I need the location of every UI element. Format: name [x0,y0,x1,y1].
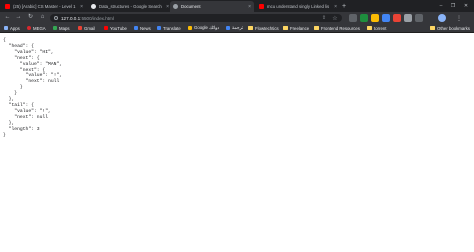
reload-icon[interactable]: ↻ [26,13,35,22]
youtube-favicon-icon [259,4,264,9]
close-icon[interactable]: × [248,4,251,10]
bookmark-label: Gmail [84,25,96,31]
back-arrow-icon[interactable]: ← [3,13,12,22]
home-icon[interactable]: ⌂ [38,13,47,22]
translate-icon [157,26,161,30]
mega-icon [27,26,31,30]
tab-title: mcu understand singly Linked lis [267,4,330,9]
profile-avatar[interactable] [438,14,446,22]
close-window-icon[interactable]: ✕ [461,0,471,12]
bookmarks-bar: Apps MEGA Maps Gmail YouTube News Transl… [0,23,474,33]
folder-icon [283,26,288,30]
folder-icon [367,26,372,30]
close-icon[interactable]: × [80,4,83,10]
bookmark-label: Flowtechtics [255,25,279,31]
google-favicon-icon [91,4,96,9]
folder-icon [314,26,319,30]
tab-google-search[interactable]: Data_structures - Google Search × [88,1,172,12]
bookmark-label: torrent [374,25,387,31]
folder-icon [248,26,253,30]
share-icon[interactable]: ⇪ [320,14,328,22]
bookmark-label: YouTube [110,25,127,31]
extension-icon[interactable] [371,14,379,22]
new-tab-plus-icon[interactable]: + [340,1,348,12]
bookmark-gmail[interactable]: Gmail [78,24,95,32]
page-content: { "head": { "value": "HI", "next": { "va… [0,33,474,252]
extension-icon[interactable] [360,14,368,22]
tab-title: Data_structures - Google Search [99,4,162,9]
extension-icon[interactable] [349,14,357,22]
folder-icon [430,26,435,30]
json-output: { "head": { "value": "HI", "next": { "va… [3,38,63,138]
translate-icon [226,26,230,30]
tab-document[interactable]: Document × [170,1,254,12]
bookmark-label: ترجمة [232,25,244,30]
bookmark-label: Translate [163,25,181,31]
news-icon [134,26,138,30]
bookmark-translate[interactable]: Translate [157,24,181,32]
youtube-favicon-icon [5,4,10,9]
bookmark-label: Maps [59,25,70,31]
other-bookmarks[interactable]: Other bookmarks [430,24,470,32]
bookmark-folder-freelance[interactable]: Freelance [283,24,309,32]
maps-pin-icon [53,26,57,30]
tab-cs-master[interactable]: (25) [Arabic] CS Master - Level 1 × [2,1,86,12]
restore-icon[interactable]: ❐ [448,0,458,12]
menu-kebab-icon[interactable]: ⋮ [455,14,463,22]
bookmark-folder-flowtechtics[interactable]: Flowtechtics [248,24,279,32]
extensions-puzzle-icon[interactable] [415,14,423,22]
bookmark-maps[interactable]: Maps [53,24,70,32]
google-drive-icon [188,26,192,30]
bookmark-label: MEGA [33,25,46,31]
bookmark-label: News [140,25,151,31]
site-info-icon[interactable] [54,16,58,20]
forward-arrow-icon[interactable]: → [14,13,23,22]
gmail-icon [78,26,82,30]
extension-icon[interactable] [404,14,412,22]
url-path: :5500/index.html [80,15,114,21]
bookmark-label: Freelance [290,25,310,31]
bookmark-label: Apps [10,25,20,31]
apps-grid-icon [4,26,8,30]
bookmark-arabic-translate[interactable]: ترجمة [226,24,243,32]
extension-icon[interactable] [382,14,390,22]
youtube-icon [104,26,108,30]
bookmark-folder-torrent[interactable]: torrent [367,24,386,32]
bookmark-label: Google دوائك [194,25,220,30]
tab-linked-list[interactable]: mcu understand singly Linked lis × [256,1,340,12]
url-host: 127.0.0.1 [61,15,81,21]
tab-title: (25) [Arabic] CS Master - Level 1 [13,4,76,9]
bookmark-news[interactable]: News [134,24,151,32]
bookmark-folder-frontend-resources[interactable]: Frontend Resources [314,24,360,32]
close-icon[interactable]: × [334,4,337,10]
close-icon[interactable]: × [166,4,169,10]
bookmark-apps[interactable]: Apps [4,24,20,32]
toolbar: ← → ↻ ⌂ 127.0.0.1 :5500/index.html ⇪ ☆ ⋮ [0,12,474,23]
bookmark-star-icon[interactable]: ☆ [331,14,339,22]
extension-icon[interactable] [393,14,401,22]
globe-icon [173,4,178,9]
other-bookmarks-label: Other bookmarks [437,25,470,31]
tab-strip: (25) [Arabic] CS Master - Level 1 × Data… [0,0,474,12]
address-bar[interactable]: 127.0.0.1 :5500/index.html [50,14,342,22]
bookmark-mega[interactable]: MEGA [27,24,46,32]
bookmark-youtube[interactable]: YouTube [104,24,127,32]
tab-title: Document [181,4,201,9]
bookmark-label: Frontend Resources [321,25,360,31]
minimize-icon[interactable]: – [436,0,446,12]
bookmark-google-arabic[interactable]: Google دوائك [188,24,219,32]
